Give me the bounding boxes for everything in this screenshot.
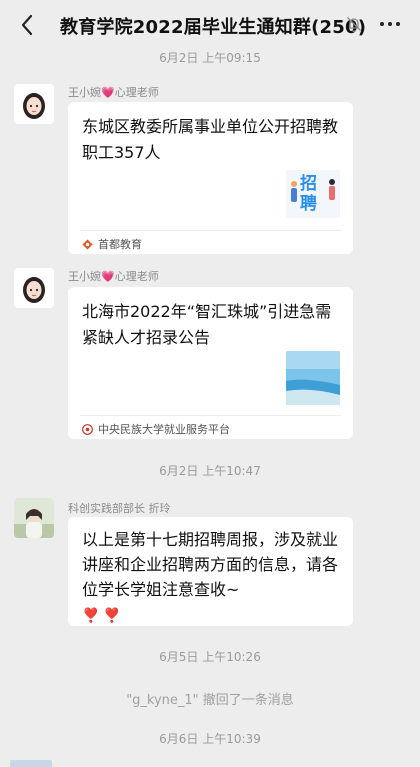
card-source: 中央民族大学就业服务平台 [82,421,230,437]
sender-avatar[interactable] [14,268,54,308]
thumbnail-text: 招聘 [300,174,317,214]
sender-name: 王小婉💗心理老师 [68,86,159,99]
card-title: 北海市2022年“智汇珠城”引进急需紧缺人才招录公告 [82,302,332,347]
message-timestamp: 6月6日 上午10:39 [159,732,261,746]
card-divider [80,415,341,416]
card-divider [80,230,341,231]
message-timestamp: 6月2日 上午10:47 [159,464,261,478]
sender-avatar[interactable] [14,498,54,538]
sender-name: 科创实践部部长 折玲 [68,502,171,515]
heart-icon: 💗 [101,86,115,99]
card-source: 首都教育 [82,236,142,252]
chat-title: 教育学院2022届毕业生通知群(250) [60,17,367,38]
text-message-bubble[interactable]: 以上是第十七期招聘周报，涉及就业讲座和企业招聘两方面的信息，请各位学长学姐注意查… [68,517,353,626]
link-card[interactable]: 东城区教委所属事业单位公开招聘教职工357人 招聘 首都教育 [68,102,353,254]
heart-exclamation-emoji: ❣️❣️ [82,608,125,624]
link-card[interactable]: 北海市2022年“智汇珠城”引进急需紧缺人才招录公告 中央民族大学就业服务平台 [68,287,353,439]
card-thumbnail [286,351,340,405]
partial-avatar [10,760,52,767]
sender-avatar[interactable] [14,84,54,124]
dot-icon [396,22,400,26]
mute-bell-icon [345,15,363,33]
more-options-button[interactable] [376,11,404,37]
message-text: 以上是第十七期招聘周报，涉及就业讲座和企业招聘两方面的信息，请各位学长学姐注意查… [82,530,339,599]
dot-icon [388,22,392,26]
message-timestamp: 6月2日 上午09:15 [159,51,261,65]
chevron-left-icon [21,14,33,36]
recall-notice: "g_kyne_1" 撤回了一条消息 [126,693,294,708]
sender-name: 王小婉💗心理老师 [68,270,159,283]
chat-header: 教育学院2022届毕业生通知群(250) [0,0,420,50]
source-logo-icon [82,239,93,249]
source-logo-icon [82,423,93,435]
heart-icon: 💗 [101,270,115,283]
dot-icon [380,22,384,26]
back-button[interactable] [14,12,40,38]
card-title: 东城区教委所属事业单位公开招聘教职工357人 [82,117,339,162]
card-thumbnail: 招聘 [286,170,340,218]
message-timestamp: 6月5日 上午10:26 [159,650,261,664]
